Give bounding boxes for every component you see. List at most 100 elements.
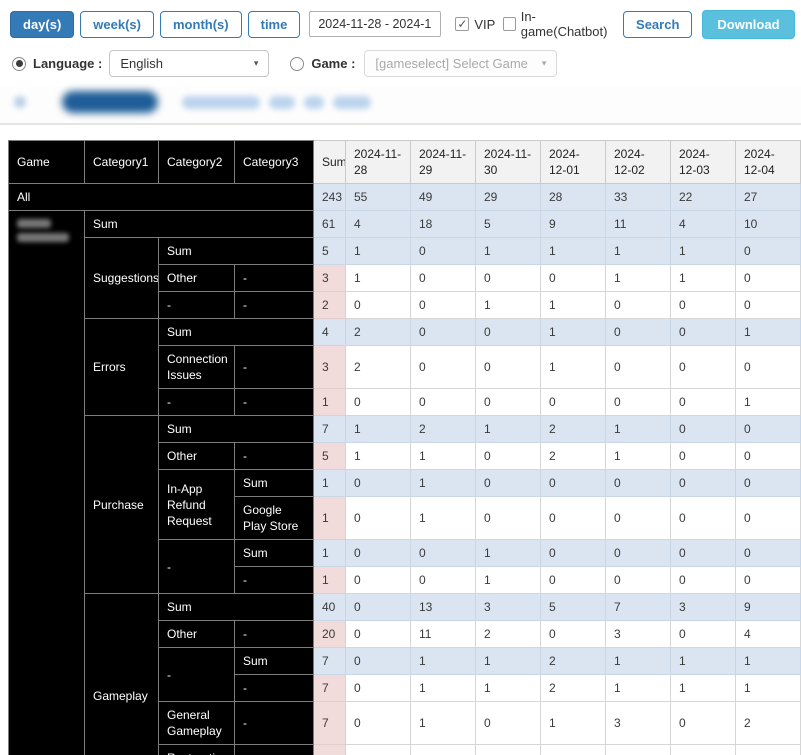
game-name-cell-redacted xyxy=(8,210,85,755)
value-cell: 4 xyxy=(345,210,411,238)
category1-cell: Gameplay xyxy=(84,593,159,755)
period-button-day-s[interactable]: day(s) xyxy=(10,10,75,38)
category3-cell: - xyxy=(234,674,314,702)
period-button-time[interactable]: time xyxy=(247,10,301,38)
date-range-input[interactable] xyxy=(309,11,442,37)
value-cell: 0 xyxy=(540,469,606,497)
sum-cell: 7 xyxy=(313,647,346,675)
checkbox-icon[interactable]: ✓ xyxy=(455,17,470,31)
game-select[interactable]: [gameselect] Select Game ▾ xyxy=(364,50,558,77)
category2-cell: Sum xyxy=(158,318,314,346)
value-cell: 0 xyxy=(605,318,671,346)
value-cell: 0 xyxy=(345,674,411,702)
category2-cell: Sum xyxy=(158,237,314,265)
sum-cell: 2 xyxy=(313,744,346,755)
value-cell: 1 xyxy=(605,674,671,702)
value-cell: 0 xyxy=(670,496,736,540)
search-button[interactable]: Search xyxy=(623,10,693,38)
value-cell: 0 xyxy=(475,264,541,292)
value-cell: 0 xyxy=(475,388,541,416)
vip-checkbox[interactable]: ✓ VIP xyxy=(455,17,495,32)
value-cell: 0 xyxy=(345,593,411,621)
value-cell: 0 xyxy=(670,701,736,745)
sum-cell: 5 xyxy=(313,442,346,470)
category3-cell: Sum xyxy=(234,469,314,497)
category3-cell: - xyxy=(234,620,314,648)
value-cell: 0 xyxy=(670,345,736,389)
value-cell: 0 xyxy=(735,415,801,443)
sum-cell: 40 xyxy=(313,593,346,621)
category2-cell: Sum xyxy=(158,415,314,443)
value-cell: 0 xyxy=(540,496,606,540)
category2-cell: - xyxy=(158,539,235,594)
value-cell: 1 xyxy=(475,647,541,675)
report-table: Game Category1 Category2 Category3 Sum 2024-1… xyxy=(8,140,801,755)
redacted-selected-tab[interactable] xyxy=(62,91,158,113)
value-cell: 0 xyxy=(540,264,606,292)
value-cell: 2 xyxy=(540,415,606,443)
checkbox-group: ✓ VIP In-game(Chatbot) xyxy=(447,9,609,39)
redacted-icon xyxy=(14,96,26,108)
redacted-links[interactable] xyxy=(182,95,371,109)
value-cell: 0 xyxy=(605,539,671,567)
column-header-category2: Category2 xyxy=(158,140,235,184)
value-cell: 1 xyxy=(670,647,736,675)
toolbar: day(s)week(s)month(s)time ✓ VIP In-game(Ch… xyxy=(0,0,801,44)
filter-row: Language : English ▾ Game : [gameselect]… xyxy=(0,44,801,87)
value-cell: 0 xyxy=(735,237,801,265)
value-cell: 0 xyxy=(605,291,671,319)
value-cell: 0 xyxy=(410,291,476,319)
value-cell: 2 xyxy=(410,415,476,443)
category2-cell: Connection Issues xyxy=(158,345,235,389)
value-cell: 0 xyxy=(410,744,476,755)
checkbox-icon[interactable] xyxy=(503,17,516,31)
sum-cell: 4 xyxy=(313,318,346,346)
game-radio[interactable] xyxy=(290,56,305,71)
value-cell: 9 xyxy=(540,210,606,238)
value-cell: 1 xyxy=(475,566,541,594)
download-button[interactable]: Download xyxy=(702,9,795,39)
value-cell: 1 xyxy=(540,701,606,745)
value-cell: 1 xyxy=(670,264,736,292)
value-cell: 0 xyxy=(345,620,411,648)
category1-cell: Sum xyxy=(84,210,314,238)
column-header-category3: Category3 xyxy=(234,140,314,184)
value-cell: 1 xyxy=(410,647,476,675)
value-cell: 1 xyxy=(670,237,736,265)
table-row-all: All 243 55 49 29 28 33 22 27 xyxy=(8,183,801,211)
category3-cell: Sum xyxy=(234,647,314,675)
period-button-week-s[interactable]: week(s) xyxy=(80,10,154,38)
value-cell: 29 xyxy=(475,183,541,211)
period-button-month-s[interactable]: month(s) xyxy=(160,10,242,38)
category2-cell: Restoration Request xyxy=(158,744,235,755)
category3-cell: Google Play Store xyxy=(234,496,314,540)
language-radio[interactable] xyxy=(12,56,26,71)
sum-cell: 243 xyxy=(313,183,346,211)
category2-cell: In-App Refund Request xyxy=(158,469,235,540)
value-cell: 3 xyxy=(605,620,671,648)
table-row: Gameplay Sum 40 0 13 3 5 7 3 9 xyxy=(9,593,801,755)
category2-cell: General Gameplay xyxy=(158,701,235,745)
value-cell: 10 xyxy=(735,210,801,238)
column-header-2024-12-04: 2024-12-04 xyxy=(735,140,801,184)
column-header-2024-12-03: 2024-12-03 xyxy=(670,140,736,184)
value-cell: 1 xyxy=(605,237,671,265)
value-cell: 0 xyxy=(475,318,541,346)
category3-cell: Sum xyxy=(234,539,314,567)
in-game-chatbot-checkbox[interactable]: In-game(Chatbot) xyxy=(503,9,609,39)
language-select[interactable]: English ▾ xyxy=(109,50,270,77)
value-cell: 13 xyxy=(410,593,476,621)
value-cell: 0 xyxy=(540,539,606,567)
value-cell: 0 xyxy=(735,291,801,319)
value-cell: 1 xyxy=(345,237,411,265)
all-label-cell: All xyxy=(8,183,314,211)
column-header-2024-12-02: 2024-12-02 xyxy=(605,140,671,184)
game-select-value: [gameselect] Select Game xyxy=(375,56,528,71)
value-cell: 0 xyxy=(410,264,476,292)
value-cell: 0 xyxy=(605,345,671,389)
sum-cell: 1 xyxy=(313,496,346,540)
value-cell: 0 xyxy=(345,744,411,755)
value-cell: 2 xyxy=(540,442,606,470)
game-label: Game : xyxy=(311,56,356,71)
redacted-tab-bar xyxy=(0,87,801,125)
